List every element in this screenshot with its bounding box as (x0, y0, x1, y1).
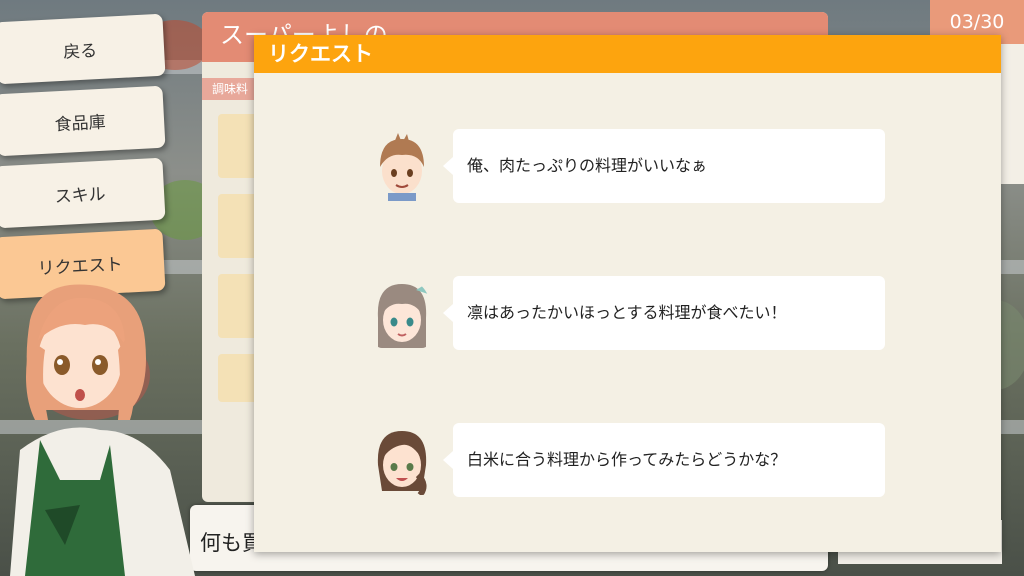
modal-title: リクエスト (268, 42, 373, 66)
pantry-button-label: 食品庫 (54, 112, 107, 135)
shop-girl-character (10, 284, 195, 576)
request-button-label: リクエスト (37, 254, 124, 279)
skill-button-label: スキル (54, 184, 107, 207)
request-text: 白米に合う料理から作ってみたらどうかな？ (467, 450, 787, 469)
request-item: 俺、肉たっぷりの料理がいいなぁ (374, 129, 886, 203)
request-bubble: 凛はあったかいほっとする料理が食べたい！ (443, 276, 885, 350)
modal-header: リクエスト (254, 35, 1001, 73)
skill-button[interactable]: スキル (0, 157, 166, 229)
back-button[interactable]: 戻る (0, 13, 166, 85)
request-item: 白米に合う料理から作ってみたらどうかな？ (374, 423, 886, 497)
boy-avatar (374, 131, 430, 201)
product-slot[interactable] (218, 274, 258, 338)
product-slot[interactable] (218, 114, 258, 178)
request-bubble: 俺、肉たっぷりの料理がいいなぁ (443, 129, 885, 203)
product-slot[interactable] (218, 194, 258, 258)
back-button-label: 戻る (62, 40, 98, 63)
pantry-button[interactable]: 食品庫 (0, 85, 166, 157)
mother-avatar (374, 425, 430, 495)
request-modal: リクエスト 俺、肉たっぷりの料理がいいなぁ 凛はあったかいほっとする料理が食べた… (254, 35, 1001, 552)
request-text: 俺、肉たっぷりの料理がいいなぁ (467, 156, 708, 175)
rin-avatar (374, 278, 430, 348)
product-slot[interactable] (218, 354, 258, 402)
request-bubble: 白米に合う料理から作ってみたらどうかな？ (443, 423, 885, 497)
request-item: 凛はあったかいほっとする料理が食べたい！ (374, 276, 886, 350)
request-text: 凛はあったかいほっとする料理が食べたい！ (467, 303, 787, 322)
